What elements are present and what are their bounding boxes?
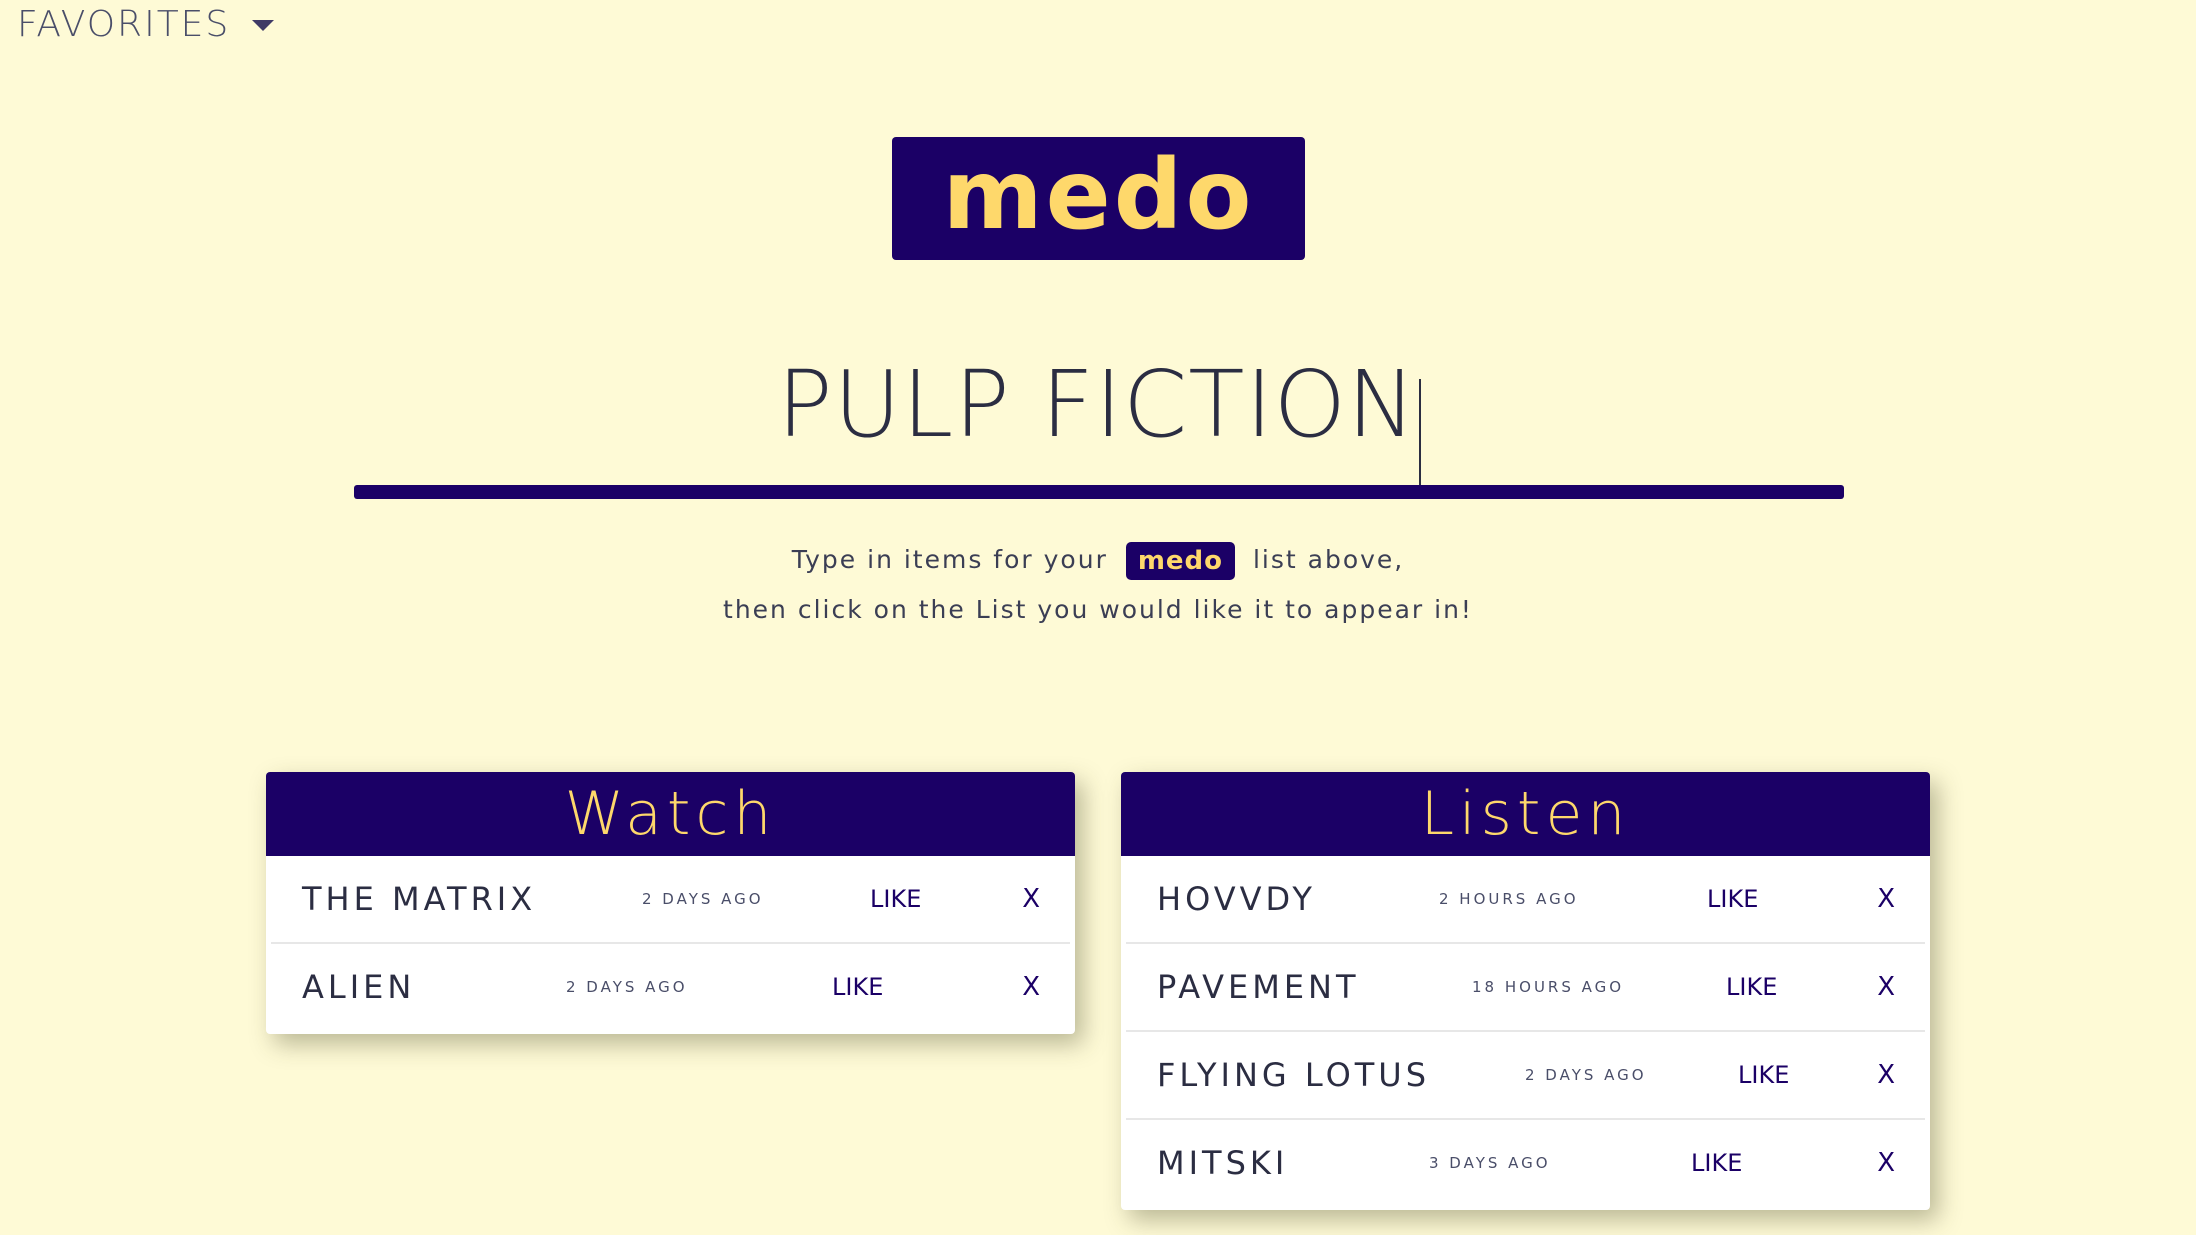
listen-list-header[interactable]: Listen xyxy=(1121,772,1930,856)
list-item: MITSKI 3 DAYS AGO LIKE X xyxy=(1126,1120,1925,1210)
item-timestamp: 18 HOURS AGO xyxy=(1472,978,1625,996)
item-input[interactable]: PULP FICTION xyxy=(354,340,1844,500)
like-button[interactable]: LIKE xyxy=(1726,944,1777,1030)
instructions-after: list above, xyxy=(1252,545,1405,574)
remove-button[interactable]: X xyxy=(1877,1032,1895,1118)
item-name: ALIEN xyxy=(302,968,416,1006)
list-item: HOVVDY 2 HOURS AGO LIKE X xyxy=(1126,856,1925,944)
watch-list-header[interactable]: Watch xyxy=(266,772,1075,856)
logo-text: medo xyxy=(942,138,1255,251)
like-button[interactable]: LIKE xyxy=(1738,1032,1789,1118)
list-item: PAVEMENT 18 HOURS AGO LIKE X xyxy=(1126,944,1925,1032)
favorites-label: FAVORITES xyxy=(17,4,231,45)
item-name: FLYING LOTUS xyxy=(1157,1056,1431,1094)
remove-button[interactable]: X xyxy=(1877,944,1895,1030)
item-name: THE MATRIX xyxy=(302,880,537,918)
instructions-before: Type in items for your xyxy=(791,545,1108,574)
item-name: HOVVDY xyxy=(1157,880,1316,918)
item-timestamp: 2 DAYS AGO xyxy=(566,978,688,996)
item-timestamp: 2 DAYS AGO xyxy=(642,890,764,908)
remove-button[interactable]: X xyxy=(1877,1120,1895,1206)
remove-button[interactable]: X xyxy=(1877,856,1895,942)
remove-button[interactable]: X xyxy=(1022,944,1040,1030)
inline-medo-logo: medo xyxy=(1125,542,1236,580)
chevron-down-icon[interactable] xyxy=(252,20,275,31)
item-timestamp: 3 DAYS AGO xyxy=(1429,1154,1551,1172)
medo-logo: medo xyxy=(892,137,1305,260)
instructions-line-1: Type in items for your medo list above, xyxy=(0,535,2196,585)
listen-list[interactable]: Listen HOVVDY 2 HOURS AGO LIKE X PAVEMEN… xyxy=(1121,772,1930,1210)
like-button[interactable]: LIKE xyxy=(1691,1120,1742,1206)
instructions: Type in items for your medo list above, … xyxy=(0,535,2196,635)
item-input-value: PULP FICTION xyxy=(777,351,1417,458)
item-name: PAVEMENT xyxy=(1157,968,1360,1006)
list-item: FLYING LOTUS 2 DAYS AGO LIKE X xyxy=(1126,1032,1925,1120)
item-timestamp: 2 HOURS AGO xyxy=(1439,890,1579,908)
list-item: ALIEN 2 DAYS AGO LIKE X xyxy=(271,944,1070,1034)
text-cursor xyxy=(1418,378,1421,485)
list-item: THE MATRIX 2 DAYS AGO LIKE X xyxy=(271,856,1070,944)
input-underline xyxy=(354,485,1844,499)
favorites-dropdown[interactable]: FAVORITES xyxy=(17,4,275,45)
instructions-line-2: then click on the List you would like it… xyxy=(723,595,1473,624)
remove-button[interactable]: X xyxy=(1022,856,1040,942)
like-button[interactable]: LIKE xyxy=(870,856,921,942)
item-name: MITSKI xyxy=(1157,1144,1289,1182)
like-button[interactable]: LIKE xyxy=(832,944,883,1030)
watch-list[interactable]: Watch THE MATRIX 2 DAYS AGO LIKE X ALIEN… xyxy=(266,772,1075,1034)
like-button[interactable]: LIKE xyxy=(1707,856,1758,942)
item-timestamp: 2 DAYS AGO xyxy=(1525,1066,1647,1084)
